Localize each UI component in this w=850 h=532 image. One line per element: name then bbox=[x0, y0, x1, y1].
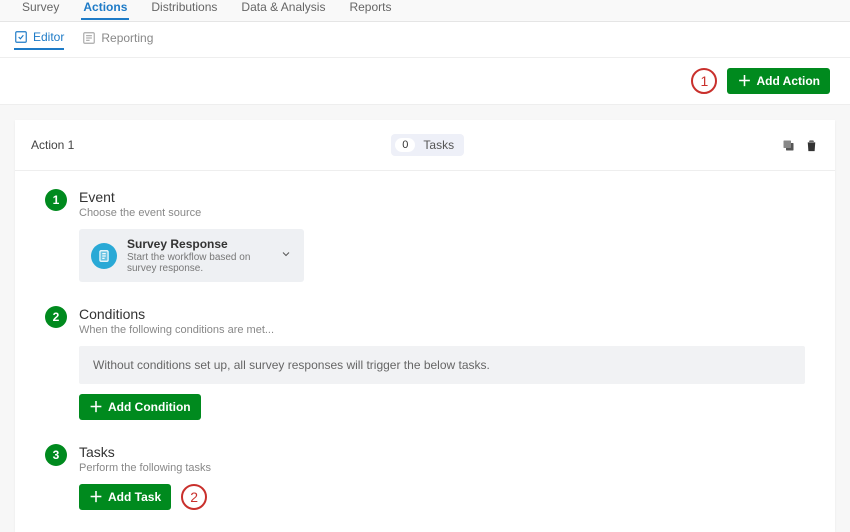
toolbar: 1 ＋ Add Action bbox=[0, 58, 850, 105]
tasks-title: Tasks bbox=[79, 444, 211, 460]
tasks-sub: Perform the following tasks bbox=[79, 462, 211, 474]
callout-1: 1 bbox=[691, 68, 717, 94]
add-action-button[interactable]: ＋ Add Action bbox=[727, 68, 830, 94]
action-title[interactable]: Action 1 bbox=[31, 138, 74, 152]
event-sub: Choose the event source bbox=[79, 207, 201, 219]
tasks-count: 0 bbox=[395, 138, 415, 152]
editor-icon bbox=[14, 30, 28, 44]
conditions-sub: When the following conditions are met... bbox=[79, 324, 274, 336]
add-condition-button[interactable]: ＋ Add Condition bbox=[79, 394, 201, 420]
event-select-title: Survey Response bbox=[127, 237, 270, 251]
event-title: Event bbox=[79, 189, 201, 205]
section-tasks: 3 Tasks Perform the following tasks ＋ Ad… bbox=[15, 438, 835, 532]
header-icons bbox=[781, 138, 819, 153]
top-nav: Survey Actions Distributions Data & Anal… bbox=[0, 0, 850, 22]
survey-response-icon bbox=[91, 243, 117, 269]
step-2-badge: 2 bbox=[45, 306, 67, 328]
topnav-reports[interactable]: Reports bbox=[347, 0, 393, 18]
action-header: Action 1 0 Tasks bbox=[15, 120, 835, 171]
step-1-badge: 1 bbox=[45, 189, 67, 211]
topnav-data-analysis[interactable]: Data & Analysis bbox=[239, 0, 327, 18]
action-card: Action 1 0 Tasks 1 Event Choose the even… bbox=[15, 120, 835, 532]
conditions-title: Conditions bbox=[79, 306, 274, 322]
tasks-badge[interactable]: 0 Tasks bbox=[391, 134, 464, 156]
event-source-select[interactable]: Survey Response Start the workflow based… bbox=[79, 229, 304, 282]
add-task-button[interactable]: ＋ Add Task bbox=[79, 484, 171, 510]
section-event: 1 Event Choose the event source Survey R… bbox=[15, 171, 835, 300]
add-task-label: Add Task bbox=[108, 490, 161, 504]
copy-icon[interactable] bbox=[781, 138, 796, 153]
add-action-label: Add Action bbox=[756, 74, 820, 88]
step-3-badge: 3 bbox=[45, 444, 67, 466]
plus-icon: ＋ bbox=[89, 400, 103, 414]
sub-nav: Editor Reporting bbox=[0, 22, 850, 58]
subnav-editor-label: Editor bbox=[33, 30, 64, 44]
callout-2: 2 bbox=[181, 484, 207, 510]
add-condition-label: Add Condition bbox=[108, 400, 191, 414]
plus-icon: ＋ bbox=[89, 490, 103, 504]
section-conditions: 2 Conditions When the following conditio… bbox=[15, 300, 835, 438]
event-select-desc: Start the workflow based on survey respo… bbox=[127, 252, 270, 274]
topnav-survey[interactable]: Survey bbox=[20, 0, 61, 18]
chevron-down-icon bbox=[280, 248, 292, 263]
trash-icon[interactable] bbox=[804, 138, 819, 153]
topnav-distributions[interactable]: Distributions bbox=[149, 0, 219, 18]
tasks-label: Tasks bbox=[423, 138, 454, 152]
conditions-banner: Without conditions set up, all survey re… bbox=[79, 346, 805, 384]
reporting-icon bbox=[82, 31, 96, 45]
topnav-actions[interactable]: Actions bbox=[81, 0, 129, 20]
plus-icon: ＋ bbox=[737, 74, 751, 88]
subnav-editor[interactable]: Editor bbox=[14, 30, 64, 50]
subnav-reporting[interactable]: Reporting bbox=[82, 31, 153, 49]
subnav-reporting-label: Reporting bbox=[101, 31, 153, 45]
